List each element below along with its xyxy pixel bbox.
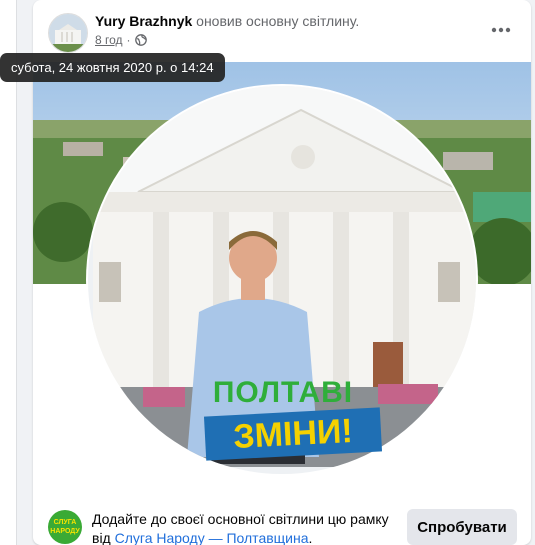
party-logo: СЛУГА НАРОДУ (48, 510, 82, 544)
more-options-button[interactable] (485, 16, 517, 44)
avatar[interactable] (48, 13, 88, 53)
globe-icon[interactable] (134, 34, 147, 46)
frame-prompt-text: Додайте до своєї основної світлини цю ра… (92, 510, 392, 545)
try-frame-button[interactable]: Спробувати (407, 509, 517, 545)
author-line: Yury Brazhnyk оновив основну світлину. (95, 13, 359, 29)
meta-separator: · (126, 33, 131, 47)
frame-prompt-suffix: . (308, 530, 313, 545)
post-meta: 8 год · (95, 33, 147, 47)
avatar-image (49, 14, 87, 52)
party-logo-line-2: НАРОДУ (50, 528, 80, 535)
party-logo-line-1: СЛУГА (53, 519, 77, 526)
post-time-link[interactable]: 8 год (95, 33, 123, 47)
slogan-line-1: ПОЛТАВІ (212, 376, 354, 409)
frame-source-link[interactable]: Слуга Народу — Полтавщина (115, 530, 309, 545)
slogan-line-2: ЗМІНИ! (203, 407, 383, 461)
timestamp-tooltip: субота, 24 жовтня 2020 р. о 14:24 (0, 53, 225, 82)
author-name[interactable]: Yury Brazhnyk (95, 13, 192, 29)
profile-frame-prompt: СЛУГА НАРОДУ Додайте до своєї основної с… (33, 498, 531, 545)
action-text: оновив основну світлину. (196, 13, 360, 29)
profile-photo[interactable]: ПОЛТАВІ ЗМІНИ! (33, 62, 531, 480)
ellipsis-icon (491, 27, 511, 33)
